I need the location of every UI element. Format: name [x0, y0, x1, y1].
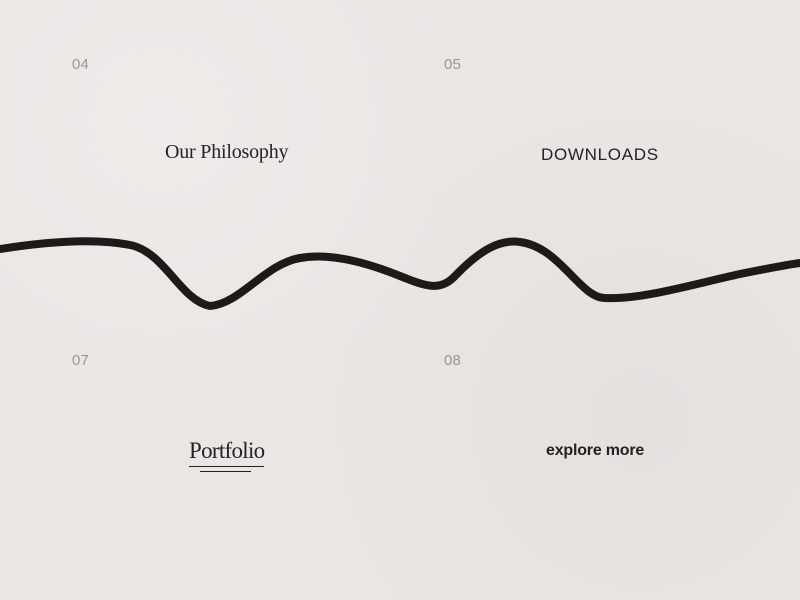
explore-more-link[interactable]: explore more: [546, 442, 644, 460]
our-philosophy-link[interactable]: Our Philosophy: [165, 141, 289, 164]
portfolio-link[interactable]: Portfolio: [189, 437, 265, 472]
portfolio-double-underline: [200, 471, 251, 472]
item-index-07: 07: [72, 352, 90, 369]
item-index-08: 08: [444, 352, 462, 369]
portfolio-label: Portfolio: [189, 437, 265, 467]
item-index-04: 04: [72, 56, 90, 73]
item-index-05: 05: [444, 56, 462, 73]
page-background: [0, 0, 800, 600]
downloads-link[interactable]: DOWNLOADS: [541, 145, 659, 165]
